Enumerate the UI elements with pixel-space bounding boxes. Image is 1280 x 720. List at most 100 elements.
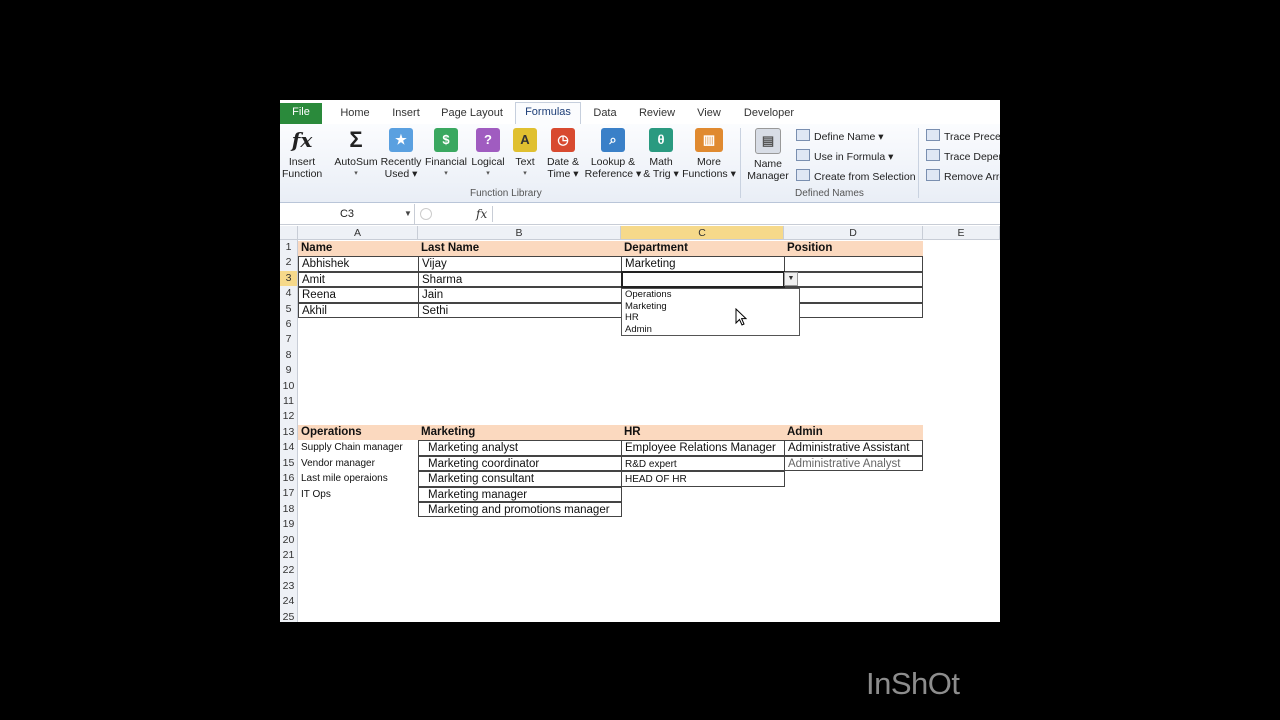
cell-b2[interactable]: Vijay: [418, 256, 622, 272]
row-header-19[interactable]: 19: [280, 517, 298, 533]
cell-a3[interactable]: Amit: [298, 271, 419, 288]
row-header-11[interactable]: 11: [280, 394, 298, 410]
cell-d13[interactable]: Admin: [784, 425, 923, 441]
cell-c16[interactable]: HEAD OF HR: [621, 471, 785, 487]
row-header-13[interactable]: 13: [280, 424, 298, 441]
cell-d1[interactable]: Position: [784, 241, 923, 257]
row-header-17[interactable]: 17: [280, 486, 298, 502]
row-header-24[interactable]: 24: [280, 594, 298, 610]
tab-page-layout[interactable]: Page Layout: [440, 104, 504, 124]
cell-a16[interactable]: Last mile operaions: [298, 471, 418, 486]
name-box[interactable]: C3: [280, 204, 415, 224]
date-time-button[interactable]: ◷ Date & Time ▾: [542, 128, 584, 180]
column-header-b[interactable]: B: [418, 226, 621, 240]
name-manager-button[interactable]: ▤ Name Manager: [746, 128, 790, 182]
cell-a13[interactable]: Operations: [298, 425, 418, 441]
cell-a2[interactable]: Abhishek: [298, 256, 419, 272]
lookup-reference-button[interactable]: ⌕ Lookup & Reference ▾: [584, 128, 642, 180]
row-header-12[interactable]: 12: [280, 409, 298, 425]
row-header-22[interactable]: 22: [280, 563, 298, 579]
column-header-d[interactable]: D: [784, 226, 923, 240]
tab-developer[interactable]: Developer: [742, 104, 796, 124]
active-cell-c3[interactable]: [621, 271, 785, 288]
cell-b3[interactable]: Sharma: [418, 271, 622, 288]
tab-home[interactable]: Home: [338, 104, 372, 124]
cell-b17[interactable]: Marketing manager: [418, 486, 622, 502]
row-header-2[interactable]: 2: [280, 255, 298, 271]
row-header-9[interactable]: 9: [280, 363, 298, 379]
column-header-e[interactable]: E: [923, 226, 1000, 240]
column-header-c[interactable]: C: [621, 226, 784, 240]
row-header-14[interactable]: 14: [280, 440, 298, 456]
trace-precedents-button[interactable]: Trace Preced: [926, 129, 1000, 143]
tab-formulas[interactable]: Formulas: [515, 102, 581, 125]
cell-c15[interactable]: R&D expert: [621, 455, 785, 472]
cell-c1[interactable]: Department: [621, 241, 784, 257]
recently-used-button[interactable]: ★ Recently Used ▾: [380, 128, 422, 180]
row-header-4[interactable]: 4: [280, 286, 298, 302]
tab-review[interactable]: Review: [636, 104, 678, 124]
use-in-formula-button[interactable]: Use in Formula ▾: [796, 149, 893, 163]
autosum-button[interactable]: Σ AutoSum ▾: [334, 128, 378, 180]
tab-view[interactable]: View: [694, 104, 724, 124]
tab-file[interactable]: File: [280, 103, 322, 124]
cell-a17[interactable]: IT Ops: [298, 487, 418, 502]
cell-c13[interactable]: HR: [621, 425, 784, 441]
validation-dropdown-button[interactable]: ▼: [784, 272, 798, 286]
trace-dependents-button[interactable]: Trace Depen: [926, 149, 1000, 163]
row-header-10[interactable]: 10: [280, 378, 298, 394]
cell-d2[interactable]: [784, 256, 923, 272]
cell-d3[interactable]: [784, 271, 923, 288]
dropdown-option-marketing[interactable]: Marketing: [622, 301, 799, 313]
row-header-7[interactable]: 7: [280, 332, 298, 348]
cell-a5[interactable]: Akhil: [298, 302, 419, 318]
text-button[interactable]: A Text ▾: [508, 128, 542, 180]
financial-button[interactable]: $ Financial ▾: [424, 128, 468, 180]
cell-d4[interactable]: [784, 287, 923, 303]
row-header-1[interactable]: 1: [280, 240, 298, 256]
cell-a4[interactable]: Reena: [298, 287, 419, 303]
logical-button[interactable]: ? Logical ▾: [468, 128, 508, 180]
define-name-button[interactable]: Define Name ▾: [796, 129, 883, 143]
row-header-25[interactable]: 25: [280, 609, 298, 622]
select-all-corner[interactable]: [280, 226, 298, 240]
row-header-20[interactable]: 20: [280, 532, 298, 548]
cell-d14[interactable]: Administrative Assistant: [784, 440, 923, 456]
validation-dropdown-list[interactable]: Operations Marketing HR Admin: [621, 288, 800, 336]
row-header-16[interactable]: 16: [280, 471, 298, 487]
cell-d5[interactable]: [784, 302, 923, 318]
row-header-18[interactable]: 18: [280, 501, 298, 518]
cell-b4[interactable]: Jain: [418, 287, 622, 303]
cell-b16[interactable]: Marketing consultant: [418, 471, 622, 487]
cell-b1[interactable]: Last Name: [418, 241, 621, 257]
row-header-5[interactable]: 5: [280, 301, 298, 317]
math-trig-button[interactable]: θ Math & Trig ▾: [642, 128, 680, 180]
cell-a15[interactable]: Vendor manager: [298, 456, 418, 471]
cell-b18[interactable]: Marketing and promotions manager: [418, 502, 622, 518]
formula-input[interactable]: [496, 204, 1000, 224]
create-from-selection-button[interactable]: Create from Selection: [796, 169, 916, 183]
cell-b5[interactable]: Sethi: [418, 302, 622, 318]
row-header-3[interactable]: 3: [280, 270, 298, 287]
dropdown-option-hr[interactable]: HR: [622, 312, 799, 324]
fx-icon[interactable]: fx: [476, 204, 492, 224]
cell-d15[interactable]: Administrative Analyst: [784, 455, 923, 472]
column-header-a[interactable]: A: [298, 226, 418, 240]
cell-b13[interactable]: Marketing: [418, 425, 621, 441]
name-box-dropdown-icon[interactable]: ▼: [404, 204, 412, 224]
tab-data[interactable]: Data: [590, 104, 620, 124]
cell-b14[interactable]: Marketing analyst: [418, 440, 622, 456]
cell-c14[interactable]: Employee Relations Manager: [621, 440, 785, 456]
dropdown-option-operations[interactable]: Operations: [622, 289, 799, 301]
row-header-8[interactable]: 8: [280, 347, 298, 364]
cell-c2[interactable]: Marketing: [621, 256, 785, 272]
row-header-23[interactable]: 23: [280, 578, 298, 595]
tab-insert[interactable]: Insert: [388, 104, 424, 124]
cell-a14[interactable]: Supply Chain manager: [298, 440, 418, 455]
row-header-6[interactable]: 6: [280, 317, 298, 333]
more-functions-button[interactable]: ▥ More Functions ▾: [680, 128, 738, 180]
cell-b15[interactable]: Marketing coordinator: [418, 455, 622, 472]
row-header-15[interactable]: 15: [280, 455, 298, 471]
dropdown-option-admin[interactable]: Admin: [622, 324, 799, 336]
cell-a1[interactable]: Name: [298, 241, 418, 257]
